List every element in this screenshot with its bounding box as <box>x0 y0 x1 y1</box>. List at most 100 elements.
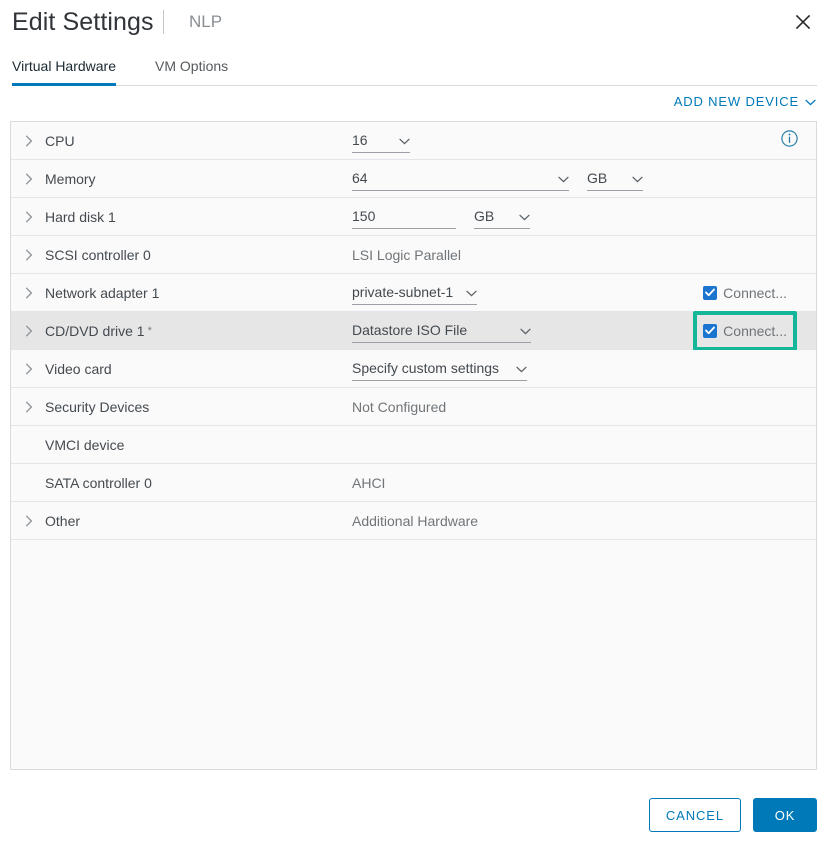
close-button[interactable] <box>789 8 817 36</box>
chevron-right-icon[interactable] <box>25 287 43 299</box>
device-row-label-cell: CPU <box>11 133 352 149</box>
title-divider <box>163 10 164 34</box>
chevron-right-icon[interactable] <box>25 515 43 527</box>
chevron-down-icon <box>520 322 531 338</box>
device-name: Network adapter 1 <box>45 285 159 301</box>
chevron-right-icon[interactable] <box>25 401 43 413</box>
device-row-cd-dvd-drive-1: CD/DVD drive 1*Connect...Datastore ISO F… <box>11 312 816 350</box>
device-row-hard-disk-1: Hard disk 1 150 GB <box>11 198 816 236</box>
device-row-label-cell: CD/DVD drive 1* <box>11 323 352 339</box>
device-name: CD/DVD drive 1 <box>45 323 145 339</box>
edit-settings-dialog: Edit Settings NLP Virtual Hardware VM Op… <box>0 0 827 845</box>
device-row-label-cell: Security Devices <box>11 399 352 415</box>
device-value-text: Additional Hardware <box>352 513 478 529</box>
device-row-value-cell: LSI Logic Parallel <box>352 236 816 273</box>
required-marker: * <box>148 325 152 337</box>
device-value-label: private-subnet-1 <box>352 284 453 300</box>
device-row-value-cell: Specify custom settings <box>352 350 816 387</box>
device-name: SATA controller 0 <box>45 475 152 491</box>
device-row-security-devices: Security Devices Not Configured <box>11 388 816 426</box>
device-row-value-cell: 150 GB <box>352 198 816 235</box>
chevron-right-icon[interactable] <box>25 325 43 337</box>
device-unit-select[interactable]: GB <box>587 167 643 191</box>
device-value-select[interactable]: Datastore ISO File <box>352 319 531 343</box>
tab-vm-options-label: VM Options <box>155 58 228 74</box>
device-name: Security Devices <box>45 399 149 415</box>
device-row-video-card: Video card Specify custom settings <box>11 350 816 388</box>
device-value-select[interactable]: private-subnet-1 <box>352 281 477 305</box>
device-row-value-cell: Additional Hardware <box>352 502 816 539</box>
tab-active-underline <box>12 83 116 86</box>
chevron-down-icon <box>516 360 527 376</box>
close-icon <box>795 14 811 30</box>
dialog-header: Edit Settings NLP <box>0 0 827 52</box>
device-name: Other <box>45 513 80 529</box>
device-name: VMCI device <box>45 437 124 453</box>
device-unit-select[interactable]: GB <box>474 205 530 229</box>
device-unit-label: GB <box>587 170 607 186</box>
tab-bar: Virtual Hardware VM Options <box>0 53 827 86</box>
device-value-text: Not Configured <box>352 399 446 415</box>
device-row-network-adapter-1: Network adapter 1Connect...private-subne… <box>11 274 816 312</box>
add-new-device-label: ADD NEW DEVICE <box>674 94 799 109</box>
chevron-down-icon <box>399 132 410 148</box>
tab-virtual-hardware[interactable]: Virtual Hardware <box>12 53 116 86</box>
device-unit-label: GB <box>474 208 494 224</box>
device-value-label: Datastore ISO File <box>352 322 467 338</box>
chevron-down-icon <box>558 170 569 186</box>
device-row-label-cell: Video card <box>11 361 352 377</box>
device-row-label-cell: Memory <box>11 171 352 187</box>
device-row-label-cell: Hard disk 1 <box>11 209 352 225</box>
vm-name-label: NLP <box>189 10 222 34</box>
chevron-right-icon[interactable] <box>25 135 43 147</box>
chevron-down-icon <box>805 94 816 109</box>
device-row-label-cell: VMCI device <box>11 437 352 453</box>
device-value-label: 16 <box>352 132 368 148</box>
device-value-select[interactable]: 64 <box>352 167 569 191</box>
device-row-scsi-controller-0: SCSI controller 0 LSI Logic Parallel <box>11 236 816 274</box>
device-row-vmci-device: VMCI device <box>11 426 816 464</box>
device-row-value-cell: 16 <box>352 122 816 159</box>
ok-button[interactable]: OK <box>753 798 817 832</box>
chevron-right-icon[interactable] <box>25 249 43 261</box>
tab-vm-options[interactable]: VM Options <box>155 53 228 86</box>
add-new-device-button[interactable]: ADD NEW DEVICE <box>674 94 816 109</box>
device-value-label: 64 <box>352 170 368 186</box>
device-row-label-cell: SCSI controller 0 <box>11 247 352 263</box>
device-row-value-cell: Datastore ISO File <box>352 312 816 349</box>
chevron-down-icon <box>466 284 477 300</box>
device-list: CPU 16 Memory 64 GB Hard disk 1 150 GB SCSI cont… <box>10 121 817 770</box>
chevron-down-icon <box>632 170 643 186</box>
device-value-label: Specify custom settings <box>352 360 499 376</box>
page-title: Edit Settings <box>12 5 154 39</box>
device-name: SCSI controller 0 <box>45 247 151 263</box>
device-row-other: Other Additional Hardware <box>11 502 816 540</box>
chevron-right-icon[interactable] <box>25 211 43 223</box>
device-row-label-cell: Network adapter 1 <box>11 285 352 301</box>
device-name: Video card <box>45 361 112 377</box>
cancel-button[interactable]: CANCEL <box>649 798 741 832</box>
chevron-right-icon[interactable] <box>25 363 43 375</box>
device-name: Memory <box>45 171 96 187</box>
tab-virtual-hardware-label: Virtual Hardware <box>12 58 116 74</box>
device-row-value-cell: 64 GB <box>352 160 816 197</box>
device-row-memory: Memory 64 GB <box>11 160 816 198</box>
device-value-select[interactable]: Specify custom settings <box>352 357 527 381</box>
device-name: Hard disk 1 <box>45 209 116 225</box>
device-row-value-cell: Not Configured <box>352 388 816 425</box>
device-row-value-cell: AHCI <box>352 464 816 501</box>
device-value-label: 150 <box>352 208 375 224</box>
chevron-down-icon <box>519 208 530 224</box>
device-value-select[interactable]: 16 <box>352 129 410 153</box>
tab-bar-rule <box>12 85 817 86</box>
dialog-footer: CANCEL OK <box>649 798 817 832</box>
device-value-text: AHCI <box>352 475 385 491</box>
device-row-cpu: CPU 16 <box>11 122 816 160</box>
device-row-value-cell <box>352 426 816 463</box>
chevron-right-icon[interactable] <box>25 173 43 185</box>
device-value-input[interactable]: 150 <box>352 205 456 229</box>
device-row-label-cell: Other <box>11 513 352 529</box>
device-row-sata-controller-0: SATA controller 0 AHCI <box>11 464 816 502</box>
device-name: CPU <box>45 133 75 149</box>
device-row-label-cell: SATA controller 0 <box>11 475 352 491</box>
